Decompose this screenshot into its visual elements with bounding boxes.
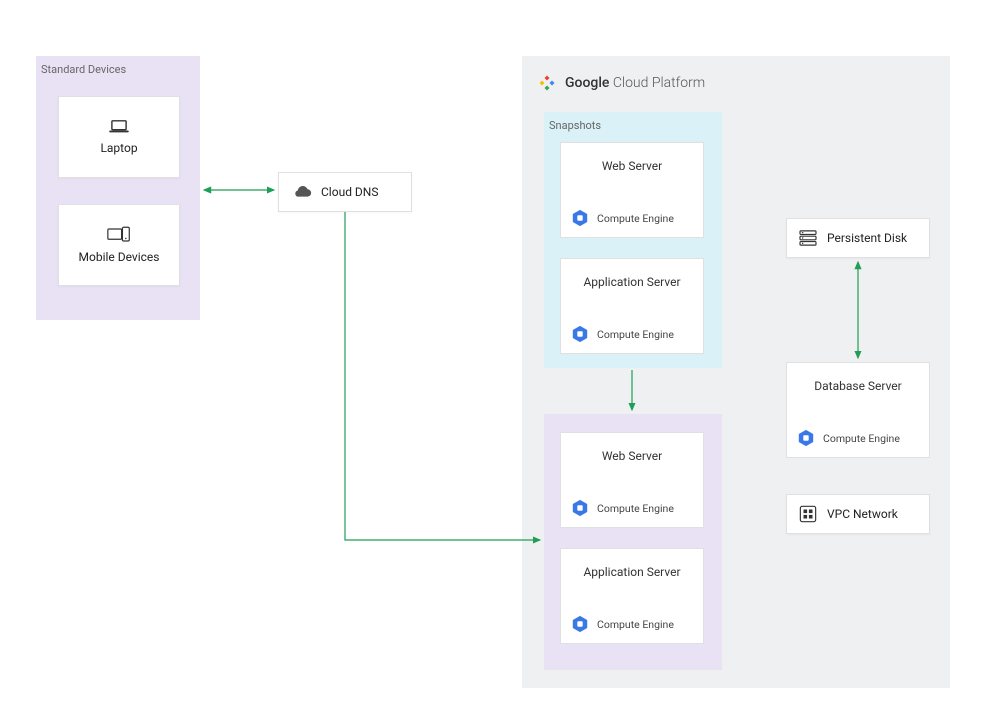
web-server-card[interactable]: Web Server Compute Engine	[560, 432, 704, 528]
gcp-logo-icon	[537, 73, 557, 93]
gcp-title-text: Google Cloud Platform	[565, 75, 705, 91]
card-sublabel: Compute Engine	[823, 432, 900, 445]
cloud-icon	[291, 184, 313, 200]
cloud-dns-node[interactable]: Cloud DNS	[278, 172, 412, 212]
card-subrow: Compute Engine	[797, 429, 919, 447]
card-title: Application Server	[571, 559, 693, 579]
card-sublabel: Compute Engine	[597, 618, 674, 631]
storage-icon	[799, 230, 817, 246]
compute-engine-icon	[797, 429, 815, 447]
card-subrow: Compute Engine	[571, 209, 693, 227]
snapshot-web-server-card[interactable]: Web Server Compute Engine	[560, 142, 704, 238]
vpc-network-label: VPC Network	[827, 507, 898, 521]
mobile-devices-icon	[107, 226, 131, 244]
vpc-network-icon	[799, 505, 817, 523]
snapshot-app-server-card[interactable]: Application Server Compute Engine	[560, 258, 704, 354]
laptop-node[interactable]: Laptop	[58, 96, 180, 178]
gcp-title-row: Google Cloud Platform	[523, 65, 949, 93]
laptop-label: Laptop	[100, 141, 137, 155]
card-title: Web Server	[571, 153, 693, 173]
card-sublabel: Compute Engine	[597, 502, 674, 515]
compute-engine-icon	[571, 209, 589, 227]
persistent-disk-label: Persistent Disk	[827, 231, 907, 245]
persistent-disk-node[interactable]: Persistent Disk	[786, 218, 930, 258]
card-subrow: Compute Engine	[571, 325, 693, 343]
mobile-label: Mobile Devices	[79, 250, 160, 264]
card-subrow: Compute Engine	[571, 499, 693, 517]
card-title: Application Server	[571, 269, 693, 289]
database-server-card[interactable]: Database Server Compute Engine	[786, 362, 930, 458]
compute-engine-icon	[571, 325, 589, 343]
devices-group-title: Standard Devices	[37, 57, 199, 80]
compute-engine-icon	[571, 499, 589, 517]
cloud-dns-label: Cloud DNS	[321, 185, 379, 199]
vpc-network-node[interactable]: VPC Network	[786, 494, 930, 534]
card-subrow: Compute Engine	[571, 615, 693, 633]
card-title: Database Server	[797, 373, 919, 393]
card-title: Web Server	[571, 443, 693, 463]
snapshots-group-title: Snapshots	[545, 113, 721, 136]
laptop-icon	[108, 119, 130, 135]
card-sublabel: Compute Engine	[597, 328, 674, 341]
app-server-card[interactable]: Application Server Compute Engine	[560, 548, 704, 644]
card-sublabel: Compute Engine	[597, 212, 674, 225]
mobile-node[interactable]: Mobile Devices	[58, 204, 180, 286]
compute-engine-icon	[571, 615, 589, 633]
